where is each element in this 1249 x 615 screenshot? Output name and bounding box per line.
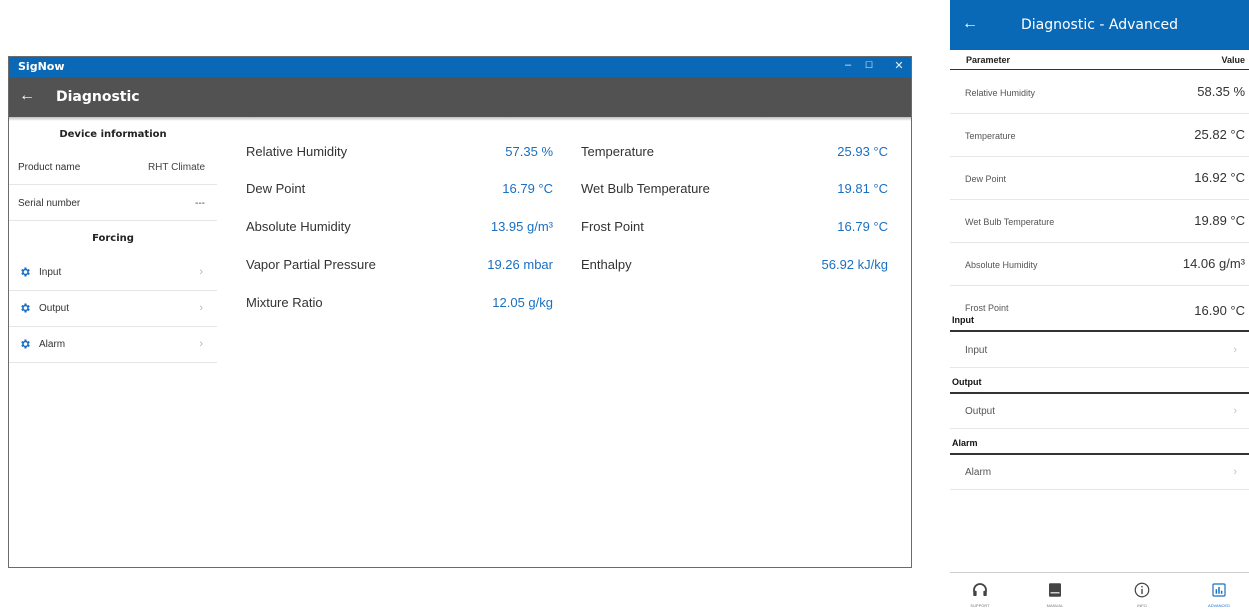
tab-label: INFO xyxy=(1137,603,1147,608)
absolute-humidity-value: 13.95 g/m³ xyxy=(490,219,553,234)
sidebar-item-label: Output xyxy=(39,303,70,314)
relative-humidity-value: 57.35 % xyxy=(505,144,553,159)
serial-number-label: Serial number xyxy=(18,198,81,209)
page-title: Diagnostic xyxy=(56,89,140,105)
sidebar-item-output[interactable]: Output › xyxy=(9,291,217,327)
mixture-ratio-label: Mixture Ratio xyxy=(246,295,323,310)
parameter-value: 19.89 °C xyxy=(1194,213,1245,228)
parameter-name: Absolute Humidity xyxy=(965,260,1038,270)
parameter-value: 16.92 °C xyxy=(1194,170,1245,185)
mixture-ratio-value: 12.05 g/kg xyxy=(492,295,553,310)
mobile-screen: ← Diagnostic - Advanced Parameter Value … xyxy=(950,0,1249,615)
alarm-menu-item[interactable]: Alarm › xyxy=(950,456,1249,490)
window-title: SigNow xyxy=(18,60,65,73)
table-row: Wet Bulb Temperature 19.89 °C xyxy=(950,200,1249,243)
output-menu-item[interactable]: Output › xyxy=(950,395,1249,429)
bottom-tab-bar: SUPPORT MANUAL INFO ADVANCED xyxy=(950,572,1249,615)
mobile-page-title: Diagnostic - Advanced xyxy=(1020,17,1179,33)
enthalpy-value: 56.92 kJ/kg xyxy=(821,257,889,272)
chart-icon xyxy=(1212,583,1226,597)
gear-icon xyxy=(21,303,30,313)
value-column-header: Value xyxy=(1221,55,1245,65)
parameter-name: Relative Humidity xyxy=(965,88,1036,98)
frost-point-label: Frost Point xyxy=(581,219,644,234)
parameter-name: Frost Point xyxy=(965,303,1009,313)
wet-bulb-temperature-value: 19.81 °C xyxy=(837,181,888,196)
frost-point-value: 16.79 °C xyxy=(837,219,888,234)
headset-icon xyxy=(973,583,987,596)
input-menu-item[interactable]: Input › xyxy=(950,334,1249,368)
parameter-name: Wet Bulb Temperature xyxy=(965,217,1055,227)
product-name-value: RHT Climate xyxy=(147,162,205,173)
mobile-header: ← Diagnostic - Advanced xyxy=(950,0,1249,50)
temperature-value: 25.93 °C xyxy=(837,144,888,159)
gear-icon xyxy=(21,267,30,277)
sidebar-item-alarm[interactable]: Alarm › xyxy=(9,327,217,363)
section-divider xyxy=(950,330,1249,332)
section-divider xyxy=(950,453,1249,455)
enthalpy-label: Enthalpy xyxy=(581,257,632,272)
forcing-heading: Forcing xyxy=(92,233,134,244)
alarm-section-heading: Alarm xyxy=(952,438,978,448)
section-divider xyxy=(950,392,1249,394)
tab-manual[interactable]: MANUAL xyxy=(1025,573,1085,615)
close-button[interactable]: ✕ xyxy=(892,59,906,72)
absolute-humidity-label: Absolute Humidity xyxy=(246,219,351,234)
serial-number-row: Serial number --- xyxy=(9,185,217,221)
sidebar-item-label: Input xyxy=(39,267,62,278)
output-section-heading: Output xyxy=(952,377,982,387)
relative-humidity-label: Relative Humidity xyxy=(246,144,348,159)
back-arrow-icon[interactable]: ← xyxy=(19,87,35,105)
chevron-right-icon: › xyxy=(1233,405,1237,417)
menu-item-label: Alarm xyxy=(965,467,992,478)
parameter-name: Temperature xyxy=(965,131,1016,141)
table-row: Dew Point 16.92 °C xyxy=(950,157,1249,200)
book-icon xyxy=(1049,583,1061,597)
dew-point-value: 16.79 °C xyxy=(502,181,553,196)
gear-icon xyxy=(21,339,30,349)
table-row: Temperature 25.82 °C xyxy=(950,114,1249,157)
chevron-right-icon: › xyxy=(1233,466,1237,478)
maximize-button[interactable]: ☐ xyxy=(862,60,876,71)
device-info-heading: Device information xyxy=(59,129,167,140)
window-titlebar: SigNow – ☐ ✕ xyxy=(9,57,911,77)
input-section-heading: Input xyxy=(952,315,974,325)
chevron-right-icon: › xyxy=(1233,344,1237,356)
table-row: Relative Humidity 58.35 % xyxy=(950,71,1249,114)
vapor-partial-pressure-label: Vapor Partial Pressure xyxy=(246,257,376,272)
serial-number-value: --- xyxy=(195,198,205,209)
table-header: Parameter Value xyxy=(950,50,1249,70)
tab-support[interactable]: SUPPORT xyxy=(950,573,1010,615)
product-name-label: Product name xyxy=(18,162,81,173)
vapor-partial-pressure-value: 19.26 mbar xyxy=(487,257,553,272)
menu-item-label: Input xyxy=(965,345,988,356)
sidebar-item-label: Alarm xyxy=(39,339,66,350)
app-window: SigNow – ☐ ✕ ← Diagnostic Device informa… xyxy=(8,56,912,568)
wet-bulb-temperature-label: Wet Bulb Temperature xyxy=(581,181,710,196)
minimize-button[interactable]: – xyxy=(841,59,855,71)
app-bar: ← Diagnostic xyxy=(9,77,911,117)
chevron-right-icon: › xyxy=(199,338,203,350)
tab-label: MANUAL xyxy=(1046,603,1064,608)
tab-label: ADVANCED xyxy=(1208,603,1230,608)
tab-info[interactable]: INFO xyxy=(1112,573,1172,615)
info-icon xyxy=(1134,582,1150,598)
tab-advanced[interactable]: ADVANCED xyxy=(1189,573,1249,615)
temperature-label: Temperature xyxy=(581,144,654,159)
product-name-row: Product name RHT Climate xyxy=(9,149,217,185)
menu-item-label: Output xyxy=(965,406,996,417)
parameter-value: 14.06 g/m³ xyxy=(1182,256,1245,271)
chevron-right-icon: › xyxy=(199,302,203,314)
chevron-right-icon: › xyxy=(199,266,203,278)
sidebar: Device information Product name RHT Clim… xyxy=(9,121,217,363)
dew-point-label: Dew Point xyxy=(246,181,306,196)
parameter-column-header: Parameter xyxy=(966,55,1011,65)
table-row: Absolute Humidity 14.06 g/m³ xyxy=(950,243,1249,286)
tab-label: SUPPORT xyxy=(970,603,990,608)
sidebar-item-input[interactable]: Input › xyxy=(9,255,217,291)
parameter-value: 25.82 °C xyxy=(1194,127,1245,142)
parameter-name: Dew Point xyxy=(965,174,1007,184)
parameter-value: 58.35 % xyxy=(1197,84,1245,99)
